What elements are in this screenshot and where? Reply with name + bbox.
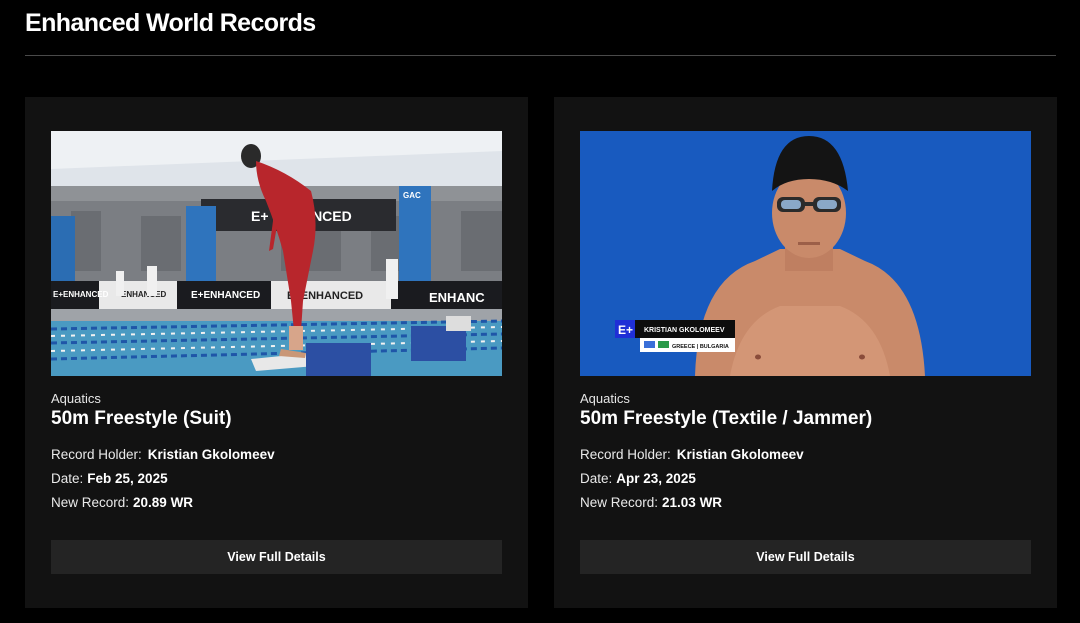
date-label: Date: — [580, 471, 613, 486]
svg-text:ENHANC: ENHANC — [429, 290, 485, 305]
record-card-suit: E+ ENHANCED GAC E+ENHANCED ENHANCED E+EN… — [25, 97, 528, 608]
title-divider — [25, 55, 1056, 56]
new-record-value: 20.89 WR — [133, 495, 194, 510]
svg-text:E+ENHANCED: E+ENHANCED — [53, 290, 109, 299]
svg-text:GAC: GAC — [403, 191, 421, 200]
date-row: Date: Feb 25, 2025 — [51, 471, 168, 486]
new-record-value: 21.03 WR — [662, 495, 723, 510]
date-label: Date: — [51, 471, 84, 486]
new-record-row: New Record: 20.89 WR — [51, 495, 193, 510]
record-image-textile[interactable]: E+ KRISTIAN GKOLOMEEV GREECE | BULGARIA — [580, 131, 1031, 376]
svg-text:E+: E+ — [618, 323, 633, 337]
new-record-row: New Record: 21.03 WR — [580, 495, 722, 510]
record-holder-row: Record Holder: Kristian Gkolomeev — [51, 447, 275, 462]
record-holder-value: Kristian Gkolomeev — [676, 447, 804, 462]
page-title: Enhanced World Records — [25, 9, 316, 37]
record-holder-label: Record Holder: — [580, 447, 671, 462]
date-value: Apr 23, 2025 — [616, 471, 696, 486]
sport-label: Aquatics — [580, 391, 630, 406]
view-full-details-button[interactable]: View Full Details — [580, 540, 1031, 574]
new-record-label: New Record: — [580, 495, 659, 510]
date-value: Feb 25, 2025 — [87, 471, 168, 486]
svg-text:E+ENHANCED: E+ENHANCED — [191, 290, 260, 301]
record-image-suit[interactable]: E+ ENHANCED GAC E+ENHANCED ENHANCED E+EN… — [51, 131, 502, 376]
view-full-details-button[interactable]: View Full Details — [51, 540, 502, 574]
record-card-textile: E+ KRISTIAN GKOLOMEEV GREECE | BULGARIA … — [554, 97, 1057, 608]
swimmer-portrait-photo: E+ KRISTIAN GKOLOMEEV GREECE | BULGARIA — [580, 131, 1031, 376]
record-holder-label: Record Holder: — [51, 447, 142, 462]
new-record-label: New Record: — [51, 495, 130, 510]
record-holder-value: Kristian Gkolomeev — [147, 447, 275, 462]
record-holder-row: Record Holder: Kristian Gkolomeev — [580, 447, 804, 462]
svg-text:KRISTIAN GKOLOMEEV: KRISTIAN GKOLOMEEV — [644, 327, 725, 334]
svg-text:ENHANCED: ENHANCED — [121, 290, 167, 299]
date-row: Date: Apr 23, 2025 — [580, 471, 696, 486]
swimmer-on-block-photo: E+ ENHANCED GAC E+ENHANCED ENHANCED E+EN… — [51, 131, 502, 376]
svg-text:GREECE | BULGARIA: GREECE | BULGARIA — [672, 344, 729, 350]
event-title: 50m Freestyle (Textile / Jammer) — [580, 408, 873, 429]
page: Enhanced World Records E+ GAC E+ENHANCED… — [0, 0, 1080, 623]
sport-label: Aquatics — [51, 391, 101, 406]
event-title: 50m Freestyle (Suit) — [51, 408, 232, 429]
